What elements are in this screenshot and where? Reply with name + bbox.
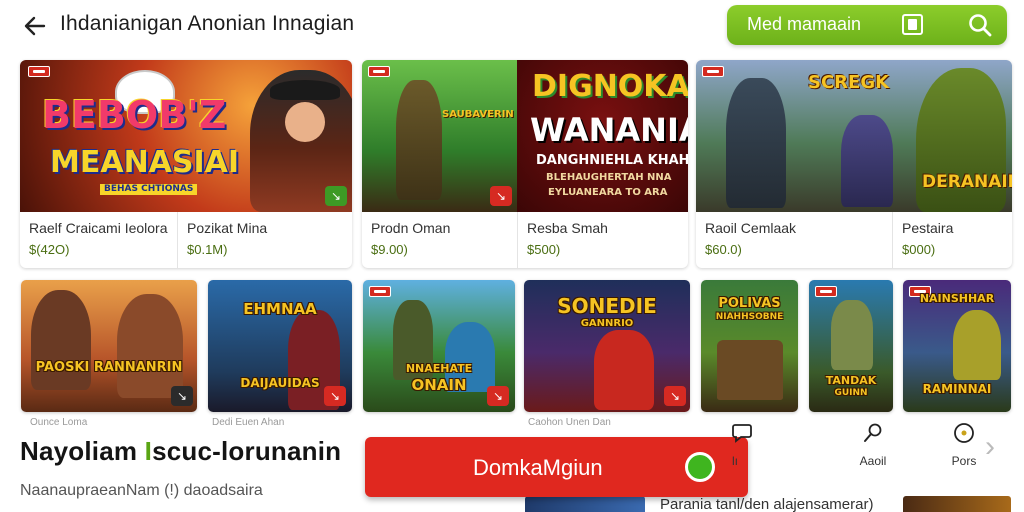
- tile-title: POLIVAS: [718, 296, 781, 311]
- game-price: $000): [902, 242, 936, 257]
- magnifier-icon: [864, 423, 882, 442]
- game-entry[interactable]: Raelf Craicami Ieolora $(42O): [20, 212, 177, 268]
- game-artwork: BEBOB'Z MEANASIAI BEHAS CHTIONAS ↘: [20, 60, 352, 212]
- game-name: Resba Smah: [527, 220, 608, 236]
- tile-title: SONEDIE: [557, 294, 657, 318]
- download-icon[interactable]: ↘: [487, 386, 509, 406]
- featured-card[interactable]: BEBOB'Z MEANASIAI BEHAS CHTIONAS ↘ Raelf…: [20, 60, 352, 268]
- tile-title: NNAEHATE: [405, 362, 473, 375]
- status-dot-icon: [685, 452, 715, 482]
- art-subtitle: DANGHNIEHLA KHAH: [536, 153, 688, 168]
- filter-icon[interactable]: [902, 14, 923, 35]
- nav-label: Aaoil: [859, 454, 887, 468]
- download-icon[interactable]: ↘: [324, 386, 346, 406]
- game-name: Pestaira: [902, 220, 954, 236]
- art-title: SCREGK: [808, 72, 890, 93]
- tile-title: PAOSKI RANNANRIN: [35, 360, 183, 375]
- art-title: DIGNOKAE: [532, 69, 688, 104]
- cta-label: DomkaMgiun: [473, 455, 603, 480]
- game-name: Raelf Craicami Ieolora: [29, 220, 168, 236]
- tile-title: EHMNAA: [243, 300, 317, 318]
- peek-title: Parania tanl/den alajensamerar): [660, 496, 874, 512]
- game-artwork: SCREGK DERANAIN: [696, 60, 1012, 212]
- game-price: $0.1M): [187, 242, 228, 257]
- tile-title: RAMINNAI: [922, 382, 992, 396]
- game-entry[interactable]: Prodn Oman $9.00): [362, 212, 517, 268]
- art-title: DERANAIN: [922, 172, 1012, 192]
- section-title: Nayoliam Iscuc-lorunanin: [20, 436, 342, 466]
- art-subtitle: BEHAS CHTIONAS: [100, 184, 198, 195]
- tile-caption: Ounce Loma: [30, 417, 88, 428]
- art-title: WANANIA: [530, 111, 688, 149]
- page-title: Ihdanianigan Anonian Innagian: [60, 12, 355, 35]
- tile-title: GUINN: [834, 388, 868, 398]
- game-price: $(42O): [29, 242, 70, 257]
- coin-icon: [954, 423, 974, 443]
- search-bar[interactable]: Med mamaain: [727, 5, 1007, 45]
- download-icon[interactable]: ↘: [325, 186, 347, 206]
- download-icon[interactable]: ↘: [490, 186, 512, 206]
- game-tile[interactable]: POLIVAS NIAHHSOBNE: [701, 280, 798, 412]
- game-info: Raoil Cemlaak $60.0) Pestaira $000): [696, 212, 1012, 268]
- art-subtitle: BLEHAUGHERTAH NNA: [546, 172, 672, 183]
- game-entry[interactable]: Raoil Cemlaak $60.0): [696, 212, 892, 268]
- tile-caption: Dedi Euen Ahan: [212, 417, 285, 428]
- game-price: $60.0): [705, 242, 742, 257]
- app-header: Ihdanianigan Anonian Innagian Med mamaai…: [0, 0, 1024, 52]
- game-price: $9.00): [371, 242, 408, 257]
- game-info: Prodn Oman $9.00) Resba Smah $500): [362, 212, 688, 268]
- section-subtitle: NaanaupraeanNam (!) daoadsaira: [20, 482, 263, 499]
- tile-title: NIAHHSOBNE: [715, 312, 784, 322]
- game-name: Prodn Oman: [371, 220, 451, 236]
- nav-item-chat[interactable]: lı: [712, 420, 772, 472]
- download-icon[interactable]: ↘: [664, 386, 686, 406]
- game-name: Pozikat Mina: [187, 220, 268, 236]
- hot-badge: [368, 66, 390, 77]
- game-price: $500): [527, 242, 561, 257]
- tile-title: TANDAK: [825, 374, 877, 387]
- art-title: SAUBAVERIN: [442, 109, 514, 120]
- chat-icon: [732, 424, 752, 443]
- hot-badge: [815, 286, 837, 297]
- featured-card[interactable]: SAUBAVERIN DIGNOKAE WANANIA DANGHNIEHLA …: [362, 60, 688, 268]
- arrow-left-icon: [24, 16, 46, 36]
- game-tile[interactable]: SONEDIE GANNRIO ↘: [524, 280, 690, 412]
- peek-thumbnail[interactable]: [525, 496, 645, 512]
- game-tile[interactable]: NAINSHHAR RAMINNAI: [903, 280, 1011, 412]
- nav-item-search[interactable]: Aaoil: [843, 420, 903, 472]
- hot-badge: [369, 286, 391, 297]
- chevron-right-icon[interactable]: ›: [985, 424, 1007, 470]
- art-subtitle: EYLUANEARA TO ARA: [548, 187, 668, 198]
- tile-title: NAINSHHAR: [919, 292, 995, 305]
- game-entry[interactable]: Pozikat Mina $0.1M): [177, 212, 352, 268]
- download-icon[interactable]: ↘: [171, 386, 193, 406]
- art-title: MEANASIAI: [50, 145, 240, 180]
- hot-badge: [28, 66, 50, 77]
- peek-thumbnail[interactable]: [903, 496, 1011, 512]
- game-name: Raoil Cemlaak: [705, 220, 797, 236]
- hot-badge: [702, 66, 724, 77]
- game-entry[interactable]: Resba Smah $500): [517, 212, 688, 268]
- nav-label: lı: [732, 454, 738, 468]
- back-button[interactable]: [20, 12, 50, 40]
- game-tile[interactable]: TANDAK GUINN: [809, 280, 893, 412]
- search-label: Med mamaain: [747, 14, 862, 34]
- game-tile[interactable]: NNAEHATE ONAIN ↘: [363, 280, 515, 412]
- game-entry[interactable]: Pestaira $000): [892, 212, 1012, 268]
- primary-cta-button[interactable]: DomkaMgiun: [365, 437, 748, 497]
- game-tile[interactable]: EHMNAA DAIJAUIDAS ↘: [208, 280, 352, 412]
- game-tile[interactable]: PAOSKI RANNANRIN ↘: [21, 280, 197, 412]
- search-icon[interactable]: [967, 12, 993, 38]
- game-info: Raelf Craicami Ieolora $(42O) Pozikat Mi…: [20, 212, 352, 268]
- featured-card[interactable]: SCREGK DERANAIN Raoil Cemlaak $60.0) Pes…: [696, 60, 1012, 268]
- game-artwork: SAUBAVERIN DIGNOKAE WANANIA DANGHNIEHLA …: [362, 60, 688, 212]
- art-title: BEBOB'Z: [42, 93, 227, 137]
- tile-title: GANNRIO: [580, 318, 634, 329]
- tile-caption: Caohon Unen Dan: [528, 417, 611, 428]
